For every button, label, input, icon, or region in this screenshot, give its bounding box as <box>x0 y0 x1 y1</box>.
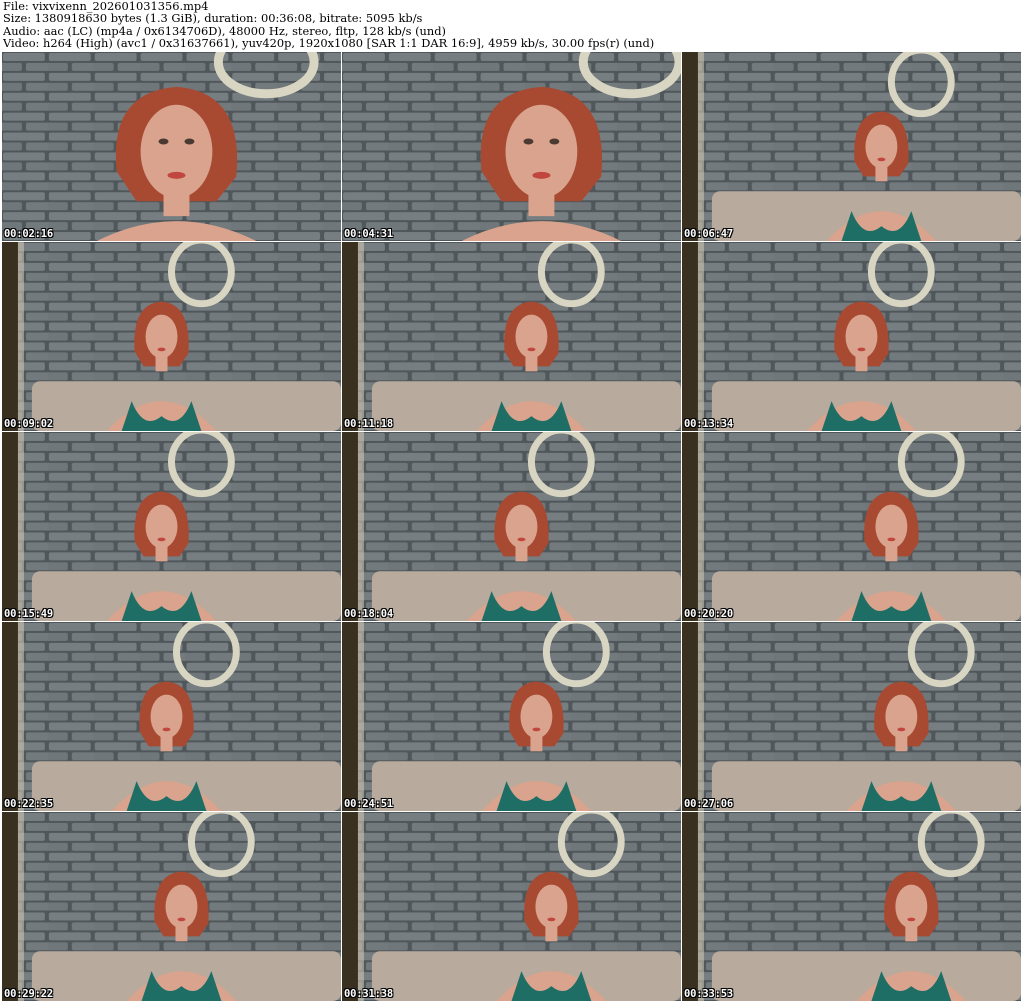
frame-image <box>342 812 681 1001</box>
frame-image <box>342 432 681 621</box>
video-frame-thumbnail: 00:15:49 <box>2 432 342 622</box>
frame-timestamp: 00:04:31 <box>344 228 393 240</box>
video-frame-thumbnail: 00:13:34 <box>682 242 1022 432</box>
frame-timestamp: 00:13:34 <box>684 418 733 430</box>
frame-timestamp: 00:33:53 <box>684 988 733 1000</box>
frame-image <box>2 432 341 621</box>
video-frame-thumbnail: 00:02:16 <box>2 52 342 242</box>
frame-timestamp: 00:09:02 <box>4 418 53 430</box>
frame-timestamp: 00:27:06 <box>684 798 733 810</box>
frame-image <box>682 622 1021 811</box>
frame-timestamp: 00:11:18 <box>344 418 393 430</box>
video-frame-thumbnail: 00:33:53 <box>682 812 1022 1002</box>
frame-timestamp: 00:15:49 <box>4 608 53 620</box>
video-info-line: Video: h264 (High) (avc1 / 0x31637661), … <box>3 36 655 51</box>
frame-image <box>682 242 1021 431</box>
file-info-header: File: vixvixenn_202601031356.mp4 Size: 1… <box>3 0 1021 52</box>
video-frame-thumbnail: 00:20:20 <box>682 432 1022 622</box>
frame-timestamp: 00:20:20 <box>684 608 733 620</box>
frame-image <box>2 242 341 431</box>
frame-image <box>682 52 1021 241</box>
frame-timestamp: 00:06:47 <box>684 228 733 240</box>
frame-image <box>682 812 1021 1001</box>
frame-timestamp: 00:24:51 <box>344 798 393 810</box>
frame-timestamp: 00:22:35 <box>4 798 53 810</box>
video-frame-thumbnail: 00:04:31 <box>342 52 682 242</box>
video-frame-thumbnail: 00:09:02 <box>2 242 342 432</box>
file-size-line: Size: 1380918630 bytes (1.3 GiB), durati… <box>3 11 423 26</box>
frame-image <box>342 622 681 811</box>
video-frame-thumbnail: 00:22:35 <box>2 622 342 812</box>
video-frame-thumbnail: 00:11:18 <box>342 242 682 432</box>
video-frame-thumbnail: 00:31:38 <box>342 812 682 1002</box>
frame-image <box>342 52 681 241</box>
frame-timestamp: 00:29:22 <box>4 988 53 1000</box>
video-frame-thumbnail: 00:06:47 <box>682 52 1022 242</box>
frame-image <box>2 52 341 241</box>
frame-image <box>2 622 341 811</box>
thumbnail-grid: 00:02:16 00:04:31 00:06:47 00:09:02 00:1… <box>2 52 1022 1002</box>
frame-timestamp: 00:31:38 <box>344 988 393 1000</box>
frame-image <box>342 242 681 431</box>
frame-timestamp: 00:02:16 <box>4 228 53 240</box>
frame-image <box>682 432 1021 621</box>
video-frame-thumbnail: 00:29:22 <box>2 812 342 1002</box>
video-frame-thumbnail: 00:18:04 <box>342 432 682 622</box>
frame-timestamp: 00:18:04 <box>344 608 393 620</box>
video-frame-thumbnail: 00:27:06 <box>682 622 1022 812</box>
video-frame-thumbnail: 00:24:51 <box>342 622 682 812</box>
frame-image <box>2 812 341 1001</box>
